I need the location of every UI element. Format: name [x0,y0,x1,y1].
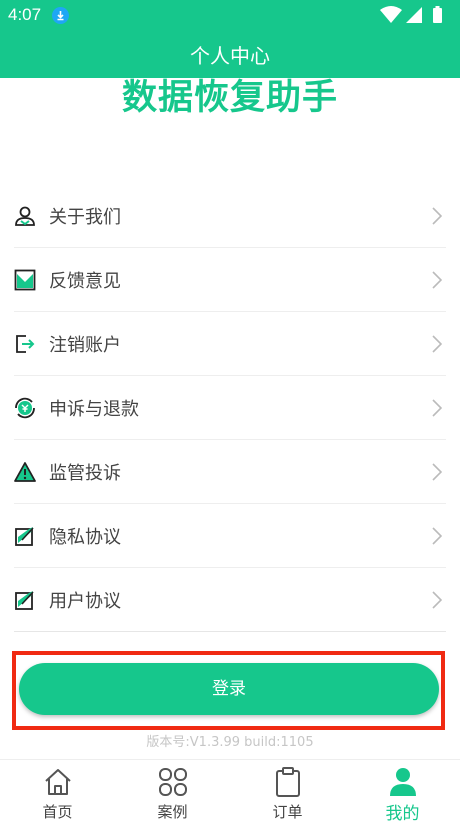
chevron-right-icon [432,399,442,417]
menu-item-label: 监管投诉 [49,463,121,484]
nav-label: 首页 [42,803,73,821]
about-us-icon [15,206,35,226]
nav-label: 订单 [272,803,303,821]
battery-icon [433,8,442,23]
chevron-right-icon [432,591,442,609]
menu-item-about-us[interactable]: 关于我们 [14,184,446,248]
app-header: 个人中心 [0,30,460,78]
menu-item-refund[interactable]: 申诉与退款 [14,376,446,440]
user-agreement-icon [15,591,34,610]
nav-item-home[interactable]: 首页 [0,760,115,825]
chevron-right-icon [432,463,442,481]
wifi-icon [380,6,402,23]
nav-item-cases[interactable]: 案例 [115,760,230,825]
warning-icon [14,462,36,482]
menu-item-regulatory-complaint[interactable]: 监管投诉 [14,440,446,504]
menu-item-feedback[interactable]: 反馈意见 [14,248,446,312]
version-text: 版本号:V1.3.99 build:1105 [146,735,314,750]
chevron-right-icon [432,271,442,289]
status-time: 4:07 [8,5,42,24]
nav-label: 案例 [157,803,188,821]
signal-icon [406,7,422,23]
user-icon [390,768,416,796]
logout-account-icon [16,335,35,353]
refund-icon [15,397,35,419]
menu-item-label: 用户协议 [49,591,121,612]
chevron-right-icon [432,335,442,353]
menu-item-label: 反馈意见 [49,271,121,292]
menu-list: 关于我们 反馈意见 注销账户 申诉与退款 监管投诉 隐私协议 用户协议 [14,184,446,632]
menu-item-label: 隐私协议 [49,527,121,548]
chevron-right-icon [432,527,442,545]
status-icons [380,6,442,23]
brand-title: 数据恢复助手 [121,78,338,118]
bottom-nav: 首页 案例 订单 我的 [0,759,460,825]
privacy-agreement-icon [15,527,34,546]
menu-item-label: 关于我们 [49,207,121,228]
nav-label: 我的 [385,804,420,824]
menu-item-user-agreement[interactable]: 用户协议 [14,568,446,632]
download-icon [52,7,69,24]
menu-item-label: 申诉与退款 [49,399,139,420]
feedback-icon [14,269,36,291]
grid-icon [159,768,187,796]
home-icon [45,769,71,795]
menu-item-privacy-agreement[interactable]: 隐私协议 [14,504,446,568]
page-title: 个人中心 [190,44,270,68]
nav-item-mine[interactable]: 我的 [345,760,460,825]
menu-item-logout-account[interactable]: 注销账户 [14,312,446,376]
clipboard-icon [276,767,300,797]
login-button[interactable]: 登录 [19,663,439,715]
nav-item-orders[interactable]: 订单 [230,760,345,825]
status-bar: 4:07 [0,0,460,30]
chevron-right-icon [432,207,442,225]
menu-item-label: 注销账户 [49,335,121,356]
